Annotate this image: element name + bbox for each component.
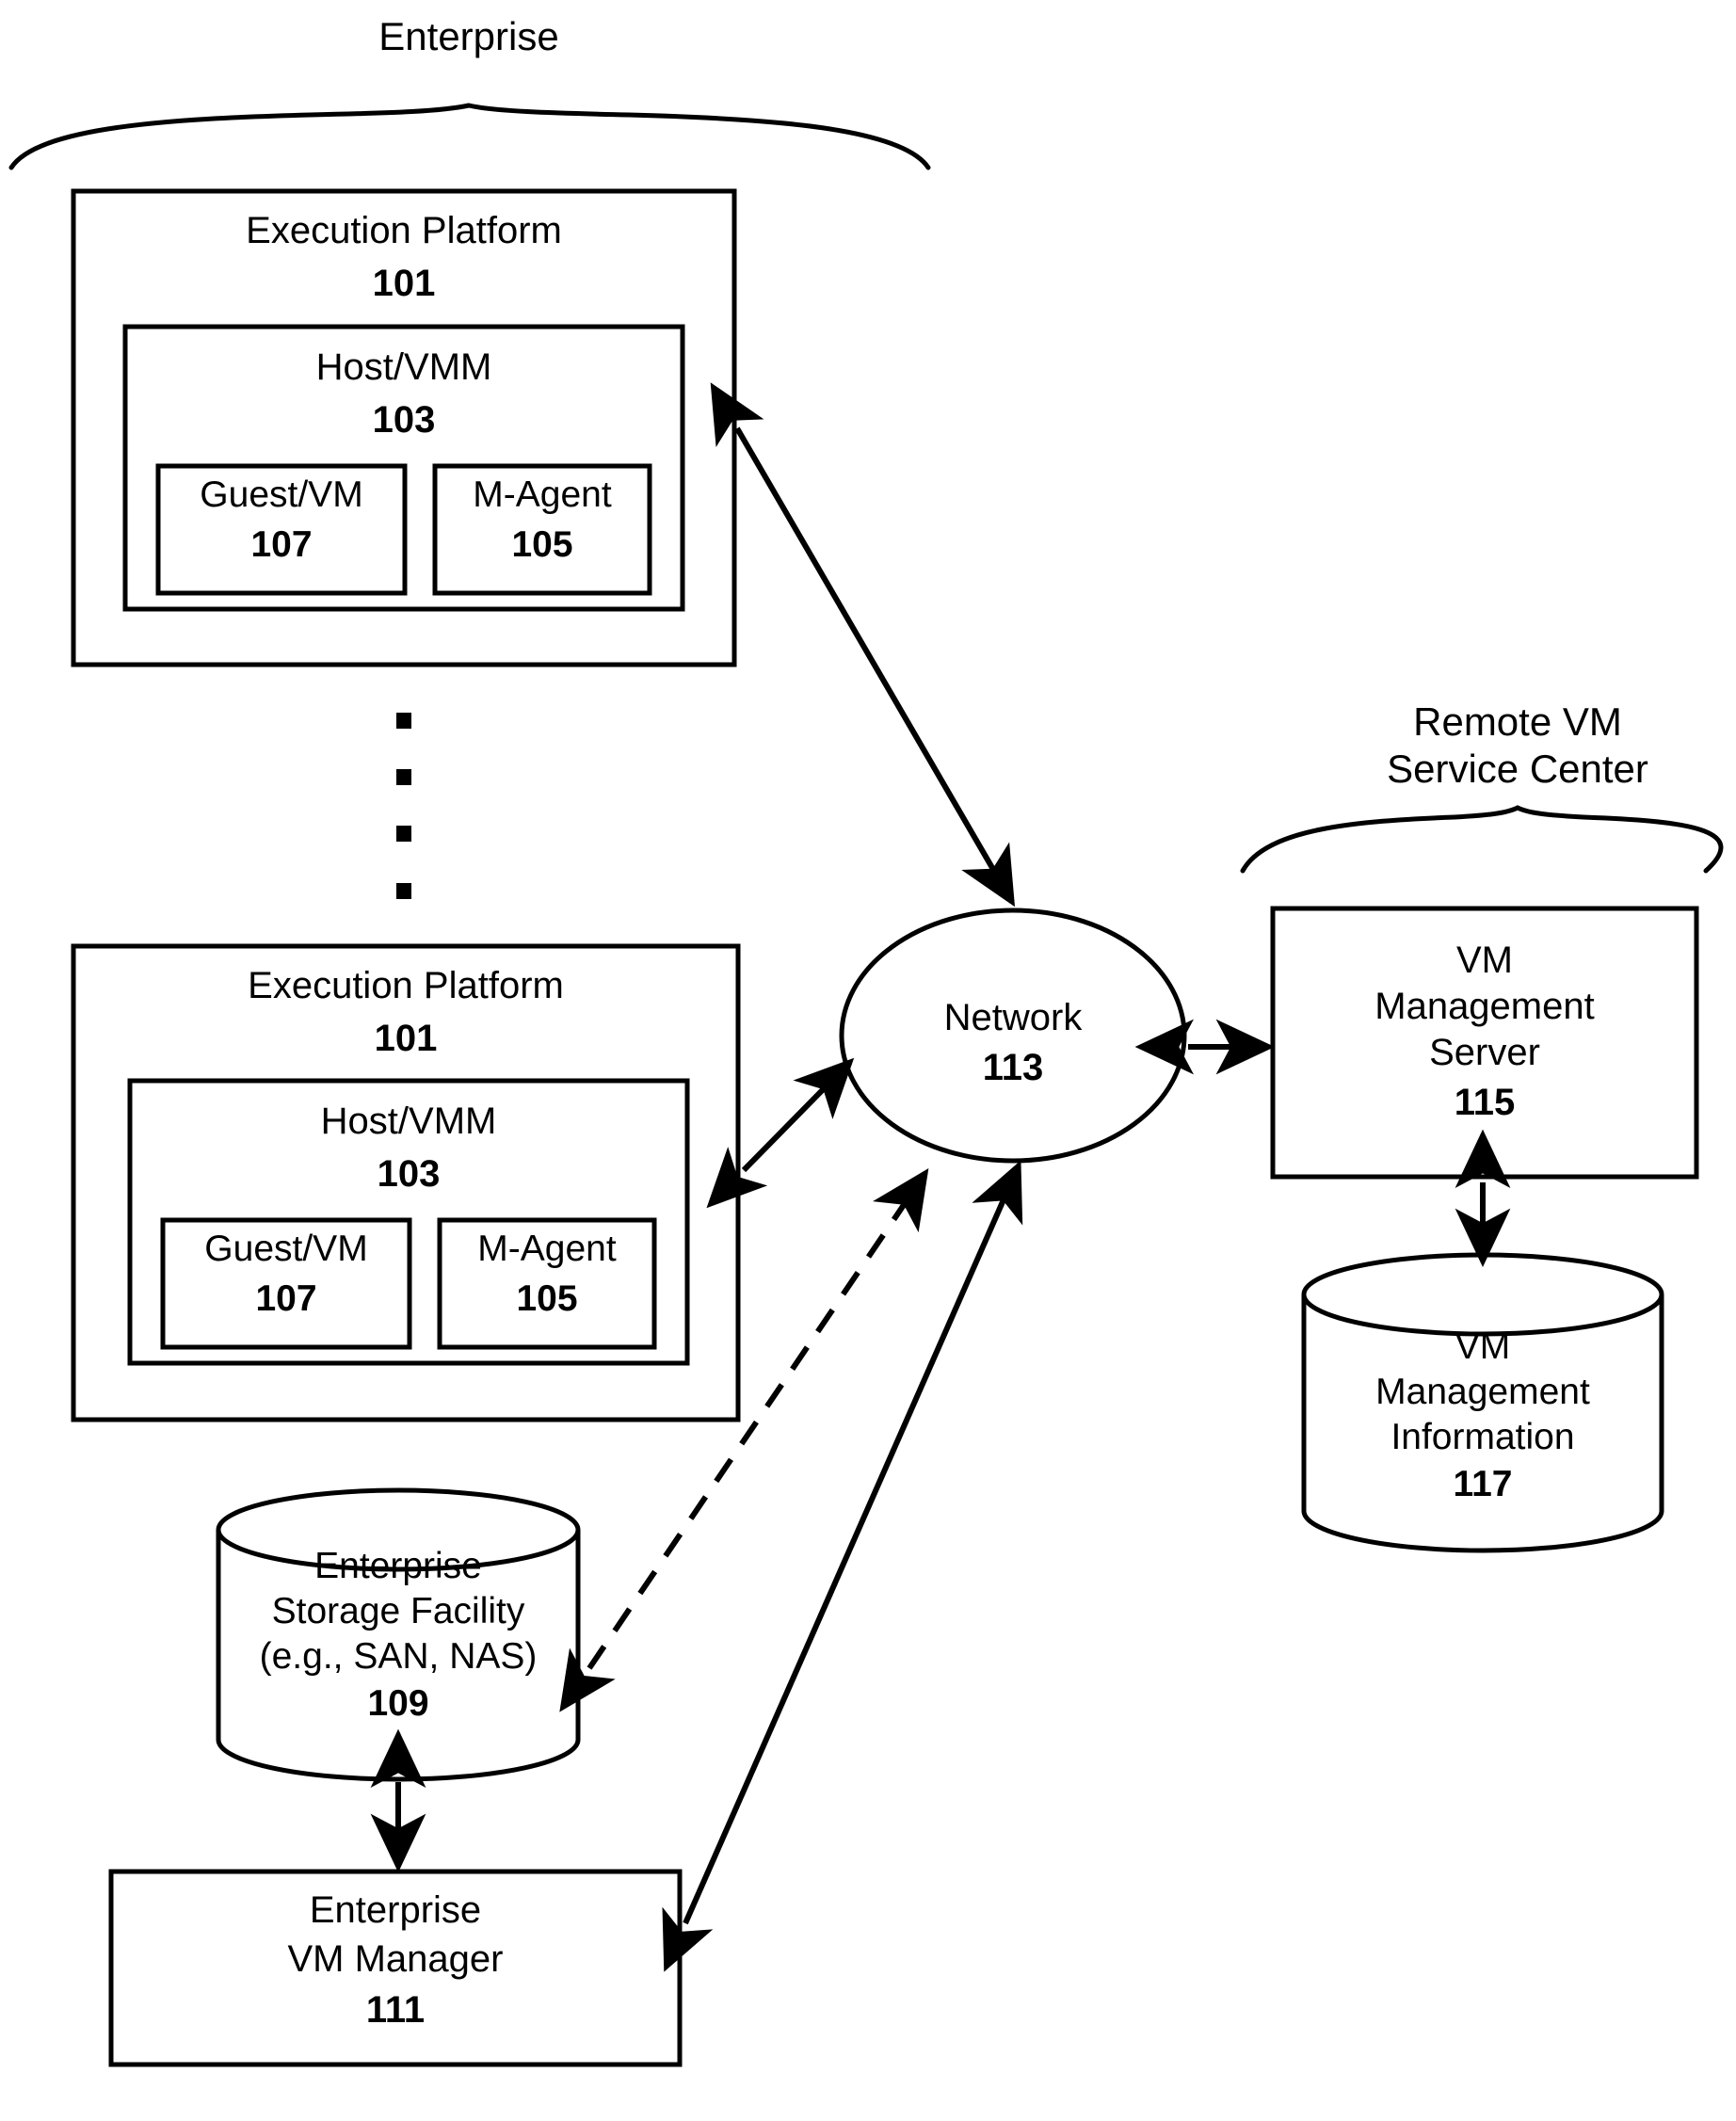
host-vmm-2-ref: 103 (377, 1153, 441, 1195)
guest-vm-2-title: Guest/VM (204, 1229, 368, 1269)
m-agent-2-ref: 105 (516, 1278, 578, 1319)
vm-management-server-line1: VM (1456, 940, 1513, 981)
vm-management-information-line3: Information (1390, 1417, 1575, 1457)
enterprise-storage-facility-line2: Storage Facility (271, 1591, 525, 1631)
guest-vm-2-ref: 107 (255, 1278, 317, 1319)
enterprise-vm-manager-line2: VM Manager (287, 1938, 504, 1980)
vm-management-server-ref: 115 (1454, 1082, 1516, 1123)
remote-vm-service-center-brace (1240, 805, 1724, 874)
connector-platform2-network (706, 1057, 855, 1209)
guest-vm-1-title: Guest/VM (200, 474, 363, 515)
enterprise-storage-facility-line3: (e.g., SAN, NAS) (259, 1636, 538, 1677)
execution-platform-1-title: Execution Platform (246, 210, 562, 251)
execution-platform-1-ref: 101 (372, 263, 436, 304)
m-agent-1-ref: 105 (511, 524, 573, 565)
m-agent-2-title: M-Agent (477, 1229, 617, 1269)
enterprise-storage-facility-line1: Enterprise (314, 1546, 482, 1586)
host-vmm-2-title: Host/VMM (320, 1101, 497, 1142)
enterprise-brace (8, 103, 931, 170)
network-ref: 113 (982, 1047, 1044, 1088)
host-vmm-1-ref: 103 (372, 399, 436, 441)
enterprise-vm-manager-line1: Enterprise (309, 1889, 482, 1931)
figure-canvas: Enterprise Execution Platform 101 Host/V… (0, 0, 1736, 2121)
host-vmm-1-title: Host/VMM (315, 346, 492, 388)
execution-platform-2-ref: 101 (374, 1018, 438, 1059)
connector-platform1-network (710, 382, 1016, 908)
remote-vm-service-center-group-label: Remote VM Service Center (1387, 699, 1648, 791)
vm-management-information-line1: VM (1455, 1326, 1511, 1367)
execution-platform-2-title: Execution Platform (248, 965, 564, 1006)
vm-management-server-line2: Management (1374, 986, 1595, 1027)
enterprise-vm-manager-ref: 111 (365, 1989, 426, 2031)
m-agent-1-title: M-Agent (473, 474, 612, 515)
vm-management-information-ref: 117 (1453, 1464, 1513, 1504)
enterprise-group-label: Enterprise (378, 14, 559, 58)
network-title: Network (943, 997, 1083, 1038)
vertical-ellipsis-icon (396, 713, 411, 899)
enterprise-storage-facility-ref: 109 (367, 1683, 429, 1724)
vm-management-server-line3: Server (1429, 1032, 1540, 1073)
guest-vm-1-ref: 107 (250, 524, 313, 565)
vm-management-information-line2: Management (1375, 1372, 1590, 1412)
